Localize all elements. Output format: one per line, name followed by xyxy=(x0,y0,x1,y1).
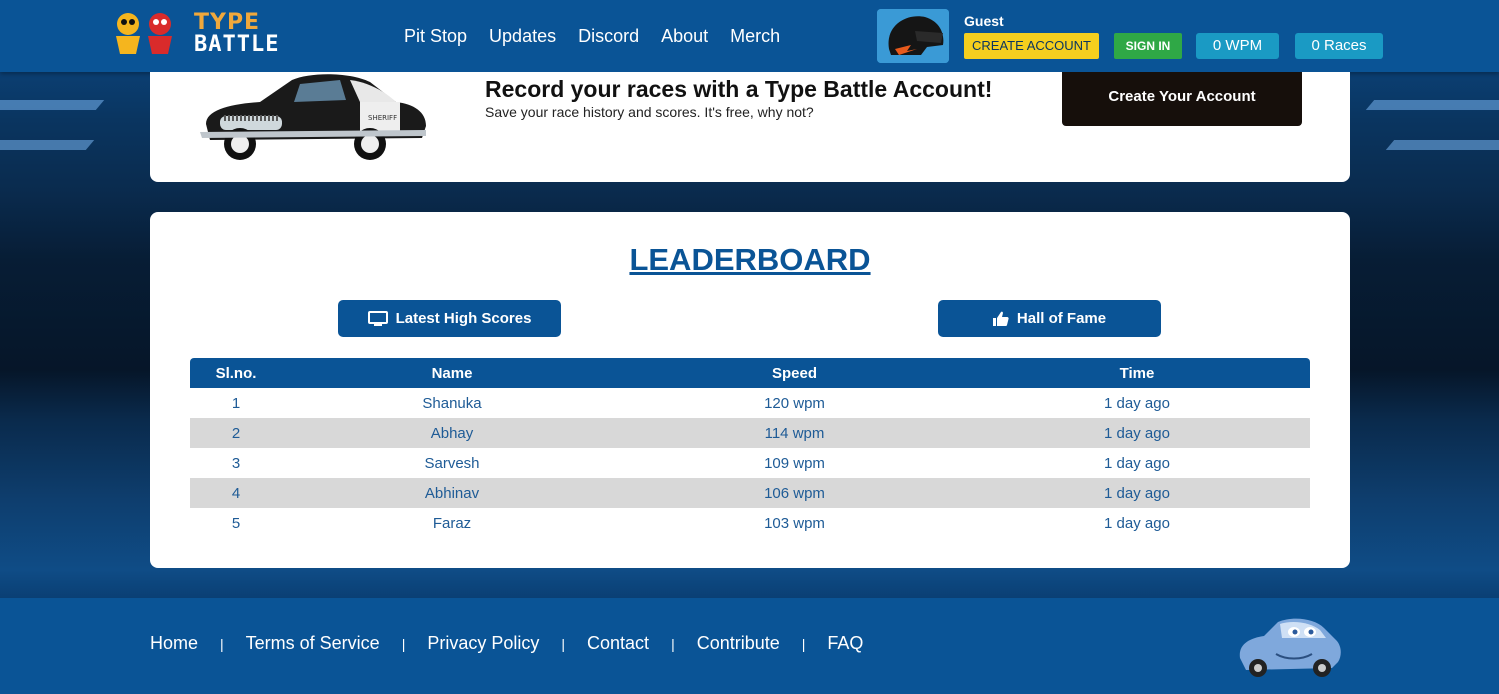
nav-updates[interactable]: Updates xyxy=(489,26,556,47)
leaderboard-title[interactable]: LEADERBOARD xyxy=(150,242,1350,278)
create-account-button[interactable]: CREATE ACCOUNT xyxy=(964,33,1099,59)
footer-separator: | xyxy=(561,635,566,652)
helmet-icon xyxy=(877,9,949,63)
nav-pit-stop[interactable]: Pit Stop xyxy=(404,26,467,47)
background-stripe xyxy=(0,140,95,150)
time-cell: 1 day ago xyxy=(1104,424,1170,442)
column-header: Time xyxy=(1119,364,1155,382)
sign-in-button[interactable]: SIGN IN xyxy=(1114,33,1182,59)
wpm-badge: 0 WPM xyxy=(1196,33,1279,59)
footer-separator: | xyxy=(220,635,224,652)
nav-merch[interactable]: Merch xyxy=(730,26,780,47)
column-header: Speed xyxy=(771,364,817,382)
avatar[interactable] xyxy=(877,9,949,63)
races-badge: 0 Races xyxy=(1295,33,1383,59)
time-cell: 1 day ago xyxy=(1104,484,1170,502)
main-nav: Pit Stop Updates Discord About Merch xyxy=(404,26,780,47)
footer-link-faq[interactable]: FAQ xyxy=(827,633,863,654)
column-header: Name xyxy=(431,364,473,382)
logo[interactable]: TYPE BATTLE xyxy=(108,8,308,58)
background-stripe xyxy=(1385,140,1499,150)
footer-links: Home | Terms of Service | Privacy Policy… xyxy=(150,633,863,654)
speed-cell: 120 wpm xyxy=(764,394,825,412)
name-cell: Faraz xyxy=(432,514,472,532)
footer-separator: | xyxy=(401,635,406,652)
footer-separator: | xyxy=(671,635,675,652)
footer-link-contribute[interactable]: Contribute xyxy=(697,633,780,654)
name-cell: Shanuka xyxy=(422,394,482,412)
site-header: TYPE BATTLE Pit Stop Updates Discord Abo… xyxy=(0,0,1499,72)
time-cell: 1 day ago xyxy=(1104,394,1170,412)
rank-cell: 5 xyxy=(231,514,241,532)
speed-cell: 103 wpm xyxy=(764,514,825,532)
speed-cell: 106 wpm xyxy=(764,484,825,502)
user-name: Guest xyxy=(964,13,1004,29)
promo-subtitle: Save your race history and scores. It's … xyxy=(485,104,814,120)
nav-about[interactable]: About xyxy=(661,26,708,47)
table-row: 2 Abhay 114 wpm 1 day ago xyxy=(190,418,1310,448)
nav-discord[interactable]: Discord xyxy=(578,26,639,47)
leaderboard-card: LEADERBOARD Latest High Scores Hall of F… xyxy=(150,212,1350,568)
footer-link-contact[interactable]: Contact xyxy=(587,633,649,654)
rank-cell: 1 xyxy=(231,394,241,412)
time-cell: 1 day ago xyxy=(1104,514,1170,532)
rank-cell: 3 xyxy=(231,454,241,472)
account-promo-card: SHERIFF Record your races with a Type Ba… xyxy=(150,72,1350,182)
name-cell: Abhinav xyxy=(424,484,480,502)
logo-text-battle: BATTLE xyxy=(194,32,280,57)
table-row: 3 Sarvesh 109 wpm 1 day ago xyxy=(190,448,1310,478)
rank-cell: 2 xyxy=(231,424,241,442)
name-cell: Abhay xyxy=(430,424,474,442)
table-row: 4 Abhinav 106 wpm 1 day ago xyxy=(190,478,1310,508)
blue-car-image xyxy=(1236,614,1342,680)
rank-cell: 4 xyxy=(231,484,241,502)
background-stripe xyxy=(0,100,105,110)
table-row: 1 Shanuka 120 wpm 1 day ago xyxy=(190,388,1310,418)
car-badge-text: SHERIFF xyxy=(368,114,397,122)
thumbs-up-icon xyxy=(992,311,1009,326)
footer-separator: | xyxy=(801,635,806,652)
tab-hall-of-fame[interactable]: Hall of Fame xyxy=(938,300,1161,337)
create-your-account-button[interactable]: Create Your Account xyxy=(1062,72,1302,126)
sheriff-car-image: SHERIFF xyxy=(200,66,430,162)
tab-label: Hall of Fame xyxy=(1016,310,1107,327)
tab-label: Latest High Scores xyxy=(395,310,532,327)
leaderboard-table: Sl.no. Name Speed Time 1 Shanuka 120 wpm… xyxy=(190,358,1310,538)
table-header: Sl.no. Name Speed Time xyxy=(190,358,1310,388)
footer-link-privacy[interactable]: Privacy Policy xyxy=(427,633,539,654)
footer-link-home[interactable]: Home xyxy=(150,633,198,654)
tab-latest-high-scores[interactable]: Latest High Scores xyxy=(338,300,561,337)
column-header: Sl.no. xyxy=(215,364,257,382)
site-footer: Home | Terms of Service | Privacy Policy… xyxy=(0,598,1499,694)
speed-cell: 109 wpm xyxy=(764,454,825,472)
promo-title: Record your races with a Type Battle Acc… xyxy=(485,76,993,102)
time-cell: 1 day ago xyxy=(1104,454,1170,472)
monitor-icon xyxy=(367,310,388,326)
mascot-logo-icon xyxy=(116,13,172,54)
speed-cell: 114 wpm xyxy=(764,424,825,442)
table-row: 5 Faraz 103 wpm 1 day ago xyxy=(190,508,1310,538)
name-cell: Sarvesh xyxy=(424,454,480,472)
background-stripe xyxy=(1365,100,1499,110)
footer-link-terms[interactable]: Terms of Service xyxy=(246,633,380,654)
